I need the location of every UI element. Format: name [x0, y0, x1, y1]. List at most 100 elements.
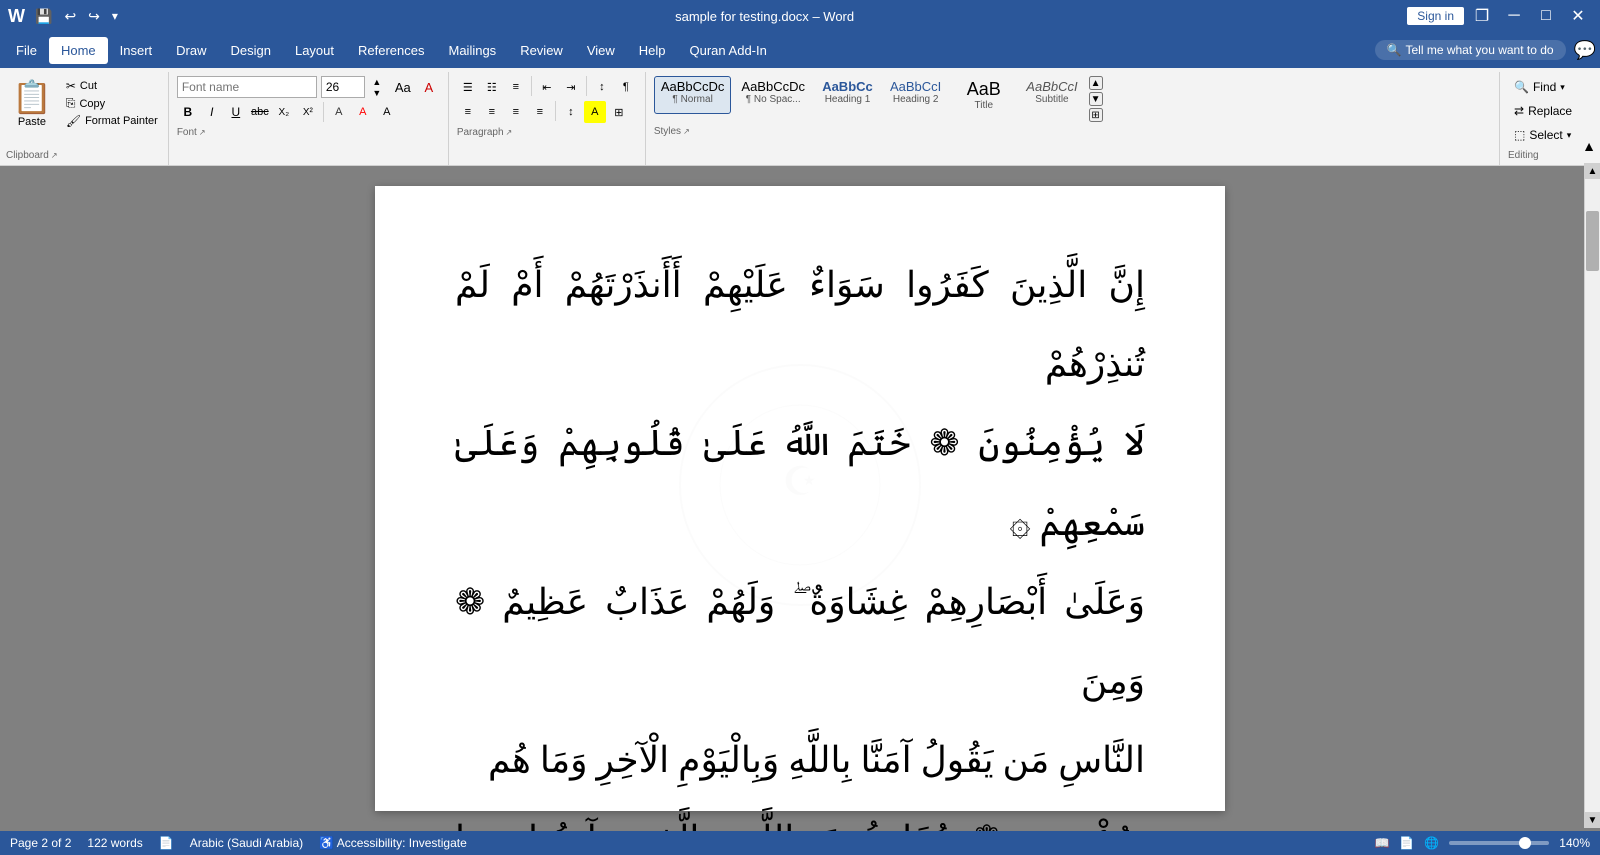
menu-review[interactable]: Review — [508, 37, 575, 64]
styles-group: AaBbCcDc ¶ Normal AaBbCcDc ¶ No Spac... … — [646, 72, 1500, 165]
minimize-button[interactable]: ─ — [1500, 2, 1528, 30]
subscript-button[interactable]: X₂ — [273, 101, 295, 123]
menu-file[interactable]: File — [4, 37, 49, 64]
menu-references[interactable]: References — [346, 37, 436, 64]
sign-in-button[interactable]: Sign in — [1407, 7, 1464, 25]
view-web-button[interactable]: 🌐 — [1424, 836, 1439, 850]
zoom-slider[interactable] — [1449, 841, 1549, 845]
menu-quran-addin[interactable]: Quran Add-In — [678, 37, 779, 64]
font-group-label: Font ↗ — [177, 127, 440, 138]
paragraph-group-label: Paragraph ↗ — [457, 127, 637, 138]
cut-button[interactable]: ✂ Cut — [62, 78, 162, 94]
redo-icon[interactable]: ↪ — [84, 6, 104, 27]
view-print-button[interactable]: 📄 — [1399, 836, 1414, 850]
borders-button[interactable]: ⊞ — [608, 101, 630, 123]
format-painter-button[interactable]: 🖌 Format Painter — [62, 113, 162, 129]
style-normal[interactable]: AaBbCcDc ¶ Normal — [654, 76, 732, 114]
menu-insert[interactable]: Insert — [108, 37, 165, 64]
multilevel-list-button[interactable]: ≡ — [505, 76, 527, 98]
style-title[interactable]: AaB Title — [951, 76, 1016, 114]
quran-text-content: إِنَّ الَّذِينَ كَفَرُوا سَوَاءٌ عَلَيْه… — [455, 246, 1145, 831]
vertical-scrollbar[interactable]: ▲ ▼ — [1584, 163, 1600, 828]
decrease-indent-button[interactable]: ⇤ — [536, 76, 558, 98]
font-color-button[interactable]: A — [352, 101, 374, 123]
save-icon[interactable]: 💾 — [31, 6, 56, 27]
italic-button[interactable]: I — [201, 101, 223, 123]
superscript-button[interactable]: X² — [297, 101, 319, 123]
paste-button[interactable]: 📋 Paste — [6, 76, 58, 130]
styles-gallery-expand-button[interactable]: ⊞ — [1089, 108, 1103, 122]
scroll-track[interactable] — [1585, 179, 1600, 812]
underline-button[interactable]: U — [225, 101, 247, 123]
scroll-down-button[interactable]: ▼ — [1585, 812, 1600, 828]
zoom-level[interactable]: 140% — [1559, 836, 1590, 850]
bullets-button[interactable]: ☰ — [457, 76, 479, 98]
language-indicator[interactable]: Arabic (Saudi Arabia) — [190, 836, 303, 850]
styles-scroll-up-button[interactable]: ▲ — [1089, 76, 1103, 90]
document-area: ☪ إِنَّ الَّذِينَ كَفَرُوا سَوَاءٌ عَلَي… — [0, 166, 1600, 831]
clipboard-expand-icon[interactable]: ↗ — [51, 151, 58, 160]
replace-button[interactable]: ⇄ Replace — [1508, 100, 1592, 122]
style-heading1[interactable]: AaBbCc Heading 1 — [815, 76, 880, 114]
font-name-input[interactable] — [177, 76, 317, 98]
clear-formatting-button[interactable]: A — [418, 76, 440, 98]
numbering-button[interactable]: ☷ — [481, 76, 503, 98]
accessibility-status[interactable]: ♿ Accessibility: Investigate — [319, 836, 467, 850]
accessibility-icon: ♿ — [319, 836, 334, 850]
clipboard-group: 📋 Paste ✂ Cut ⎘ Copy 🖌 Format Painter — [0, 72, 169, 165]
font-expand-icon[interactable]: ↗ — [199, 128, 206, 137]
styles-expand-icon[interactable]: ↗ — [683, 127, 690, 136]
menu-design[interactable]: Design — [219, 37, 283, 64]
clipboard-group-label: Clipboard ↗ — [6, 150, 162, 161]
justify-button[interactable]: ≡ — [529, 101, 551, 123]
copy-button[interactable]: ⎘ Copy — [62, 95, 162, 112]
tell-me-field[interactable]: 🔍 Tell me what you want to do — [1375, 40, 1566, 60]
menu-mailings[interactable]: Mailings — [437, 37, 509, 64]
comments-icon[interactable]: 💬 — [1574, 40, 1596, 61]
paragraph-expand-icon[interactable]: ↗ — [506, 128, 513, 137]
shading-button[interactable]: A — [584, 101, 606, 123]
sort-button[interactable]: ↕ — [591, 76, 613, 98]
style-subtitle[interactable]: AaBbCcI Subtitle — [1019, 76, 1084, 114]
align-left-button[interactable]: ≡ — [457, 101, 479, 123]
find-button[interactable]: 🔍 Find ▾ — [1508, 76, 1592, 98]
menu-help[interactable]: Help — [627, 37, 678, 64]
menu-layout[interactable]: Layout — [283, 37, 346, 64]
zoom-thumb[interactable] — [1519, 837, 1531, 849]
styles-scroll-down-button[interactable]: ▼ — [1089, 92, 1103, 106]
align-center-button[interactable]: ≡ — [481, 101, 503, 123]
restore-button[interactable]: ❐ — [1468, 2, 1496, 30]
menu-home[interactable]: Home — [49, 37, 108, 64]
status-bar-right: 📖 📄 🌐 140% — [1374, 836, 1590, 850]
style-no-spacing[interactable]: AaBbCcDc ¶ No Spac... — [734, 76, 812, 114]
page-info: Page 2 of 2 — [10, 836, 71, 850]
increase-indent-button[interactable]: ⇥ — [560, 76, 582, 98]
close-button[interactable]: ✕ — [1564, 2, 1592, 30]
bold-button[interactable]: B — [177, 101, 199, 123]
strikethrough-button[interactable]: abc — [249, 101, 271, 123]
undo-icon[interactable]: ↩ — [60, 6, 80, 27]
scroll-handle[interactable] — [1586, 211, 1599, 271]
document-title: sample for testing.docx – Word — [122, 9, 1407, 24]
font-size-decrease-button[interactable]: ▼ — [366, 87, 388, 98]
quick-access-dropdown[interactable]: ▾ — [108, 7, 122, 25]
menu-draw[interactable]: Draw — [164, 37, 218, 64]
text-highlight-button[interactable]: A — [328, 101, 350, 123]
change-case-button[interactable]: Aa — [392, 76, 414, 98]
ribbon-collapse-button[interactable]: ▲ — [1578, 136, 1600, 156]
scroll-up-button[interactable]: ▲ — [1585, 163, 1600, 179]
view-read-button[interactable]: 📖 — [1374, 836, 1389, 850]
font-size-input[interactable]: 26 — [321, 76, 365, 98]
show-marks-button[interactable]: ¶ — [615, 76, 637, 98]
menu-view[interactable]: View — [575, 37, 627, 64]
font-effects-button[interactable]: A — [376, 101, 398, 123]
status-bar: Page 2 of 2 122 words 📄 Arabic (Saudi Ar… — [0, 831, 1600, 855]
style-heading2[interactable]: AaBbCcI Heading 2 — [883, 76, 948, 114]
align-right-button[interactable]: ≡ — [505, 101, 527, 123]
maximize-button[interactable]: □ — [1532, 2, 1560, 30]
styles-scroll-buttons: ▲ ▼ ⊞ — [1089, 76, 1103, 122]
line-spacing-button[interactable]: ↕ — [560, 101, 582, 123]
font-size-increase-button[interactable]: ▲ — [366, 76, 388, 87]
verse-line-3: وَعَلَىٰ أَبْصَارِهِمْ غِشَاوَةٌ ۖ وَلَه… — [455, 563, 1145, 721]
find-icon: 🔍 — [1514, 80, 1529, 94]
